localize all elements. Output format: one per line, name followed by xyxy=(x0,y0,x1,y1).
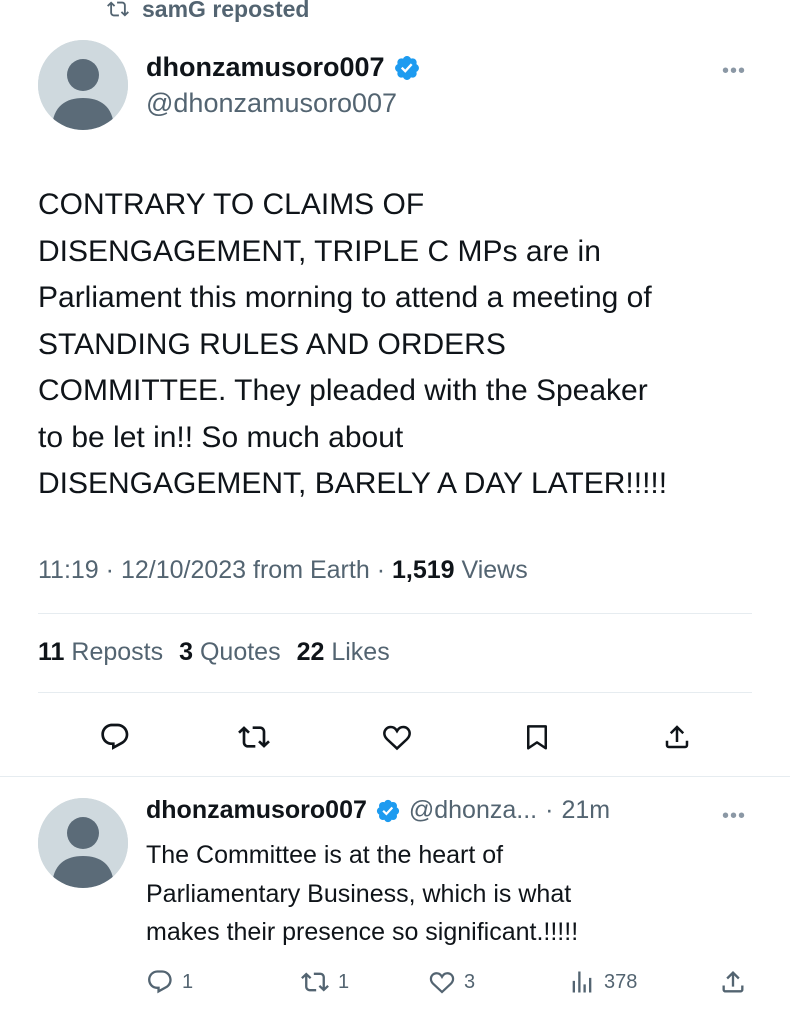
divider xyxy=(38,692,752,693)
views-count: 1,519 xyxy=(391,556,455,584)
more-options-icon[interactable]: ••• xyxy=(722,805,746,828)
reposts-count: 11 xyxy=(38,638,65,666)
reply-text: The Committee is at the heart of Parliam… xyxy=(146,841,579,946)
verified-badge-icon xyxy=(376,799,399,822)
meta-separator: · xyxy=(376,556,386,584)
avatar[interactable] xyxy=(38,40,128,130)
tweet-source: from Earth xyxy=(253,556,370,584)
more-options-icon[interactable]: ••• xyxy=(722,60,746,83)
reply-separator: · xyxy=(545,796,554,824)
engagement-stats: 11 Reposts 3 Quotes 22 Likes xyxy=(38,638,390,667)
reply-avatar[interactable] xyxy=(38,798,128,888)
tweet-time[interactable]: 11:19 xyxy=(38,556,99,584)
tweet-meta: 11:19 · 12/10/2023 from Earth · 1,519 Vi… xyxy=(38,556,528,585)
likes-label: Likes xyxy=(331,638,390,666)
meta-separator: · xyxy=(105,556,114,584)
reply-icon xyxy=(101,723,129,750)
quotes-count: 3 xyxy=(179,638,194,666)
repost-label: samG reposted xyxy=(142,0,310,22)
default-avatar-icon xyxy=(38,798,128,888)
like-count: 3 xyxy=(464,970,476,993)
tweet-date[interactable]: 12/10/2023 xyxy=(121,556,246,584)
share-icon xyxy=(665,725,689,749)
reply-icon xyxy=(148,970,172,994)
likes-count: 22 xyxy=(296,638,325,666)
tweet-text: CONTRARY TO CLAIMS OF DISENGAGEMENT, TRI… xyxy=(38,188,668,500)
repost-button[interactable] xyxy=(234,719,274,755)
repost-icon xyxy=(238,726,270,748)
reply-handle[interactable]: @dhonza... xyxy=(409,796,537,825)
quotes-stat[interactable]: 3 Quotes xyxy=(179,638,280,667)
reply-count: 1 xyxy=(182,970,194,993)
reply-views-button[interactable]: 378 xyxy=(568,968,637,996)
reply-author-name[interactable]: dhonzamusoro007 xyxy=(146,796,367,825)
likes-stat[interactable]: 22 Likes xyxy=(297,638,390,667)
bookmark-button[interactable] xyxy=(519,719,555,755)
verified-badge-icon xyxy=(394,55,419,80)
default-avatar-icon xyxy=(38,40,128,130)
views-label: Views xyxy=(461,556,528,584)
analytics-icon xyxy=(572,971,592,993)
bookmark-icon xyxy=(527,725,547,750)
share-button[interactable] xyxy=(659,719,695,755)
repost-count: 1 xyxy=(338,970,350,993)
author-handle[interactable]: @dhonzamusoro007 xyxy=(146,88,397,119)
like-button[interactable] xyxy=(378,719,416,755)
author-name[interactable]: dhonzamusoro007 xyxy=(146,52,421,83)
share-icon xyxy=(722,971,744,993)
quotes-label: Quotes xyxy=(199,638,281,666)
reply-share-button[interactable] xyxy=(718,966,748,998)
reply-repost-button[interactable]: 1 xyxy=(300,968,349,996)
divider xyxy=(0,776,790,777)
divider xyxy=(38,613,752,614)
reply-button[interactable] xyxy=(97,719,133,755)
reply-like-button[interactable]: 3 xyxy=(428,968,475,996)
repost-icon xyxy=(301,972,329,992)
reposts-stat[interactable]: 11 Reposts xyxy=(38,638,163,667)
views-count: 378 xyxy=(604,970,638,993)
reply-header: dhonzamusoro007 @dhonza... · 21m xyxy=(146,796,610,825)
repost-icon xyxy=(107,1,129,17)
reply-reply-button[interactable]: 1 xyxy=(146,968,193,996)
author-display-name: dhonzamusoro007 xyxy=(146,52,385,82)
heart-icon xyxy=(429,972,455,994)
reply-time[interactable]: 21m xyxy=(561,796,610,825)
heart-icon xyxy=(383,725,411,751)
repost-indicator[interactable]: samG reposted xyxy=(104,0,309,24)
reposts-label: Reposts xyxy=(71,638,164,666)
